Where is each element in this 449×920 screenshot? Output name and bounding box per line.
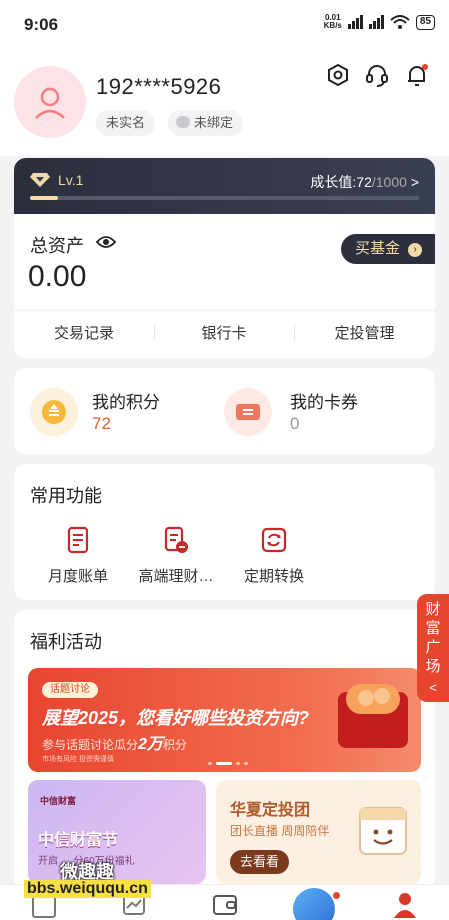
gift-icon xyxy=(338,684,408,748)
convert-icon xyxy=(261,527,287,553)
growth-value: 成长值:72/1000 > xyxy=(310,174,419,190)
high-end-finance-item[interactable]: 高端理财… xyxy=(124,526,228,586)
settings-icon[interactable] xyxy=(323,60,353,90)
activity-banner[interactable]: 话题讨论 展望2025，您看好哪些投资方向? 参与话题讨论瓜分2万积分 市场有风… xyxy=(28,668,421,772)
promo2-subtitle: 团长直播 周周陪伴 xyxy=(230,824,330,838)
banner-disclaimer: 市场有风险 投资需谨慎 xyxy=(42,756,114,763)
wechat-icon xyxy=(176,116,190,128)
periodic-convert-item[interactable]: 定期转换 xyxy=(224,526,324,586)
assets-card: 总资产 0.00 买基金 › 交易记录 银行卡 定投管理 xyxy=(14,214,435,358)
level-bar[interactable]: Lv.1 成长值:72/1000 > xyxy=(14,158,435,214)
customer-service-icon[interactable] xyxy=(362,60,392,90)
net-speed: 0.01 KB/s xyxy=(323,13,342,30)
banner-subtitle: 参与话题讨论瓜分2万积分 xyxy=(42,736,187,753)
coupons-value: 0 xyxy=(290,414,300,433)
banner-tag: 话题讨论 xyxy=(42,682,98,698)
assets-title: 总资产 xyxy=(30,236,84,256)
signal-2-icon xyxy=(368,15,384,29)
eye-icon[interactable] xyxy=(96,234,116,250)
promo2-go-button[interactable]: 去看看 xyxy=(230,850,290,874)
status-icons: 0.01 KB/s 85 xyxy=(324,14,435,30)
banner-pagination xyxy=(208,762,248,765)
common-functions-title: 常用功能 xyxy=(30,486,102,506)
growth-progress-fill xyxy=(30,196,58,200)
center-tab-badge xyxy=(333,892,340,899)
avatar[interactable] xyxy=(14,66,86,138)
points-value: 72 xyxy=(92,414,111,433)
link-bank-card[interactable]: 银行卡 xyxy=(154,322,294,343)
points-coupons-card: 我的积分 72 我的卡券 0 xyxy=(14,368,435,454)
wealth-square-tab[interactable]: 财富广场 < xyxy=(417,594,449,702)
notification-bell-icon[interactable] xyxy=(402,60,432,90)
promo-huaxia[interactable]: 华夏定投团 团长直播 周周陪伴 去看看 xyxy=(216,780,421,884)
calendar-smile-icon xyxy=(359,807,407,855)
battery-icon: 85 xyxy=(415,14,435,30)
citic-logo: 中信财富 xyxy=(40,796,77,806)
welfare-title: 福利活动 xyxy=(30,632,102,652)
mine-tab-icon[interactable] xyxy=(392,890,418,918)
wifi-icon xyxy=(390,15,410,29)
bind-tag[interactable]: 未绑定 xyxy=(168,110,244,136)
bill-icon xyxy=(67,526,89,554)
promo1-title: 中信财富节 xyxy=(38,832,119,849)
link-transactions[interactable]: 交易记录 xyxy=(14,322,154,343)
watermark-url: bbs.weiququ.cn xyxy=(24,880,151,898)
wallet-tab-icon[interactable] xyxy=(212,892,238,916)
wealth-square-label: 财富广场 xyxy=(425,601,441,675)
status-time: 9:06 xyxy=(24,15,59,34)
diamond-icon xyxy=(30,173,50,187)
realname-tag[interactable]: 未实名 xyxy=(96,110,156,136)
coupon-icon xyxy=(224,388,272,436)
user-phone: 192****5926 xyxy=(96,74,222,99)
points-label[interactable]: 我的积分 xyxy=(92,388,160,413)
banner-title: 展望2025，您看好哪些投资方向? xyxy=(42,708,310,728)
promo2-title: 华夏定投团 xyxy=(230,802,311,819)
arrow-circle-icon: › xyxy=(408,243,423,257)
link-auto-invest[interactable]: 定投管理 xyxy=(294,322,435,343)
promo-citic[interactable]: 中信财富 中信财富节 开启 … 分60万份福礼 xyxy=(28,780,206,884)
chevron-left-icon: < xyxy=(429,680,437,695)
points-icon xyxy=(30,388,78,436)
monthly-bill-item[interactable]: 月度账单 xyxy=(28,526,128,586)
user-avatar-icon xyxy=(35,87,65,119)
growth-progress-track xyxy=(30,196,419,200)
buy-fund-button[interactable]: 买基金 › xyxy=(341,234,435,264)
coupons-label[interactable]: 我的卡券 xyxy=(290,388,358,413)
welfare-card: 福利活动 话题讨论 展望2025，您看好哪些投资方向? 参与话题讨论瓜分2万积分… xyxy=(14,610,435,890)
assets-amount: 0.00 xyxy=(28,260,87,293)
finance-doc-icon xyxy=(164,526,188,553)
level-label: Lv.1 xyxy=(58,172,84,188)
chevron-right-icon: > xyxy=(410,174,419,190)
signal-icon xyxy=(347,15,363,29)
common-functions-card: 常用功能 月度账单 高端理财… 定期转换 xyxy=(14,464,435,600)
divider xyxy=(14,310,435,311)
